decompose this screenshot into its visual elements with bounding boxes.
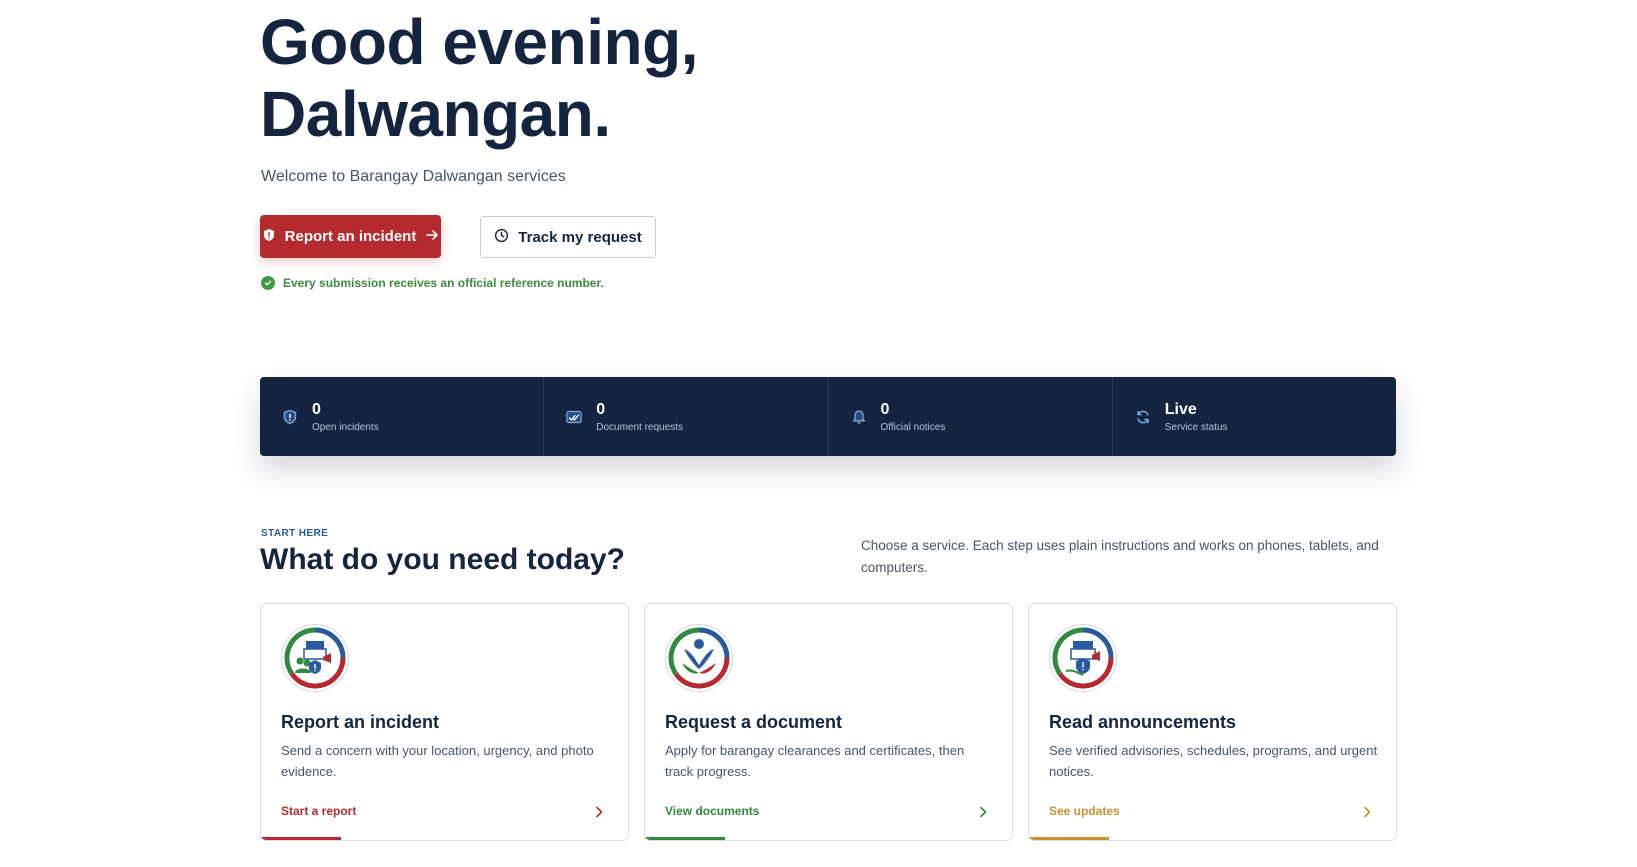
section-description: Choose a service. Each step uses plain i… <box>861 538 1379 575</box>
card-description: Apply for barangay clearances and certif… <box>665 743 965 779</box>
reference-note-text: Every submission receives an official re… <box>283 276 604 290</box>
stat-value: 0 <box>596 400 606 418</box>
checks-icon <box>566 409 583 425</box>
stat-label: Document requests <box>596 421 683 433</box>
stat-document-requests: 0 Document requests <box>544 377 829 456</box>
stat-open-incidents: 0 Open incidents <box>260 377 545 456</box>
card-title: Read announcements <box>1049 712 1237 732</box>
welcome-subtitle: Welcome to Barangay Dalwangan services <box>261 168 566 185</box>
card-accent-bar <box>1029 837 1109 840</box>
page: Good evening, Dalwangan. Welcome to Bara… <box>0 0 1637 867</box>
report-incident-button[interactable]: Report an incident <box>260 215 441 258</box>
bell-icon <box>851 409 867 425</box>
greeting-line-2: Dalwangan. <box>260 78 611 150</box>
shield-alert-icon <box>262 228 276 246</box>
announcement-emblem-icon <box>1049 624 1117 692</box>
greeting-title: Good evening, Dalwangan. <box>260 6 698 150</box>
report-incident-label: Report an incident <box>284 228 417 245</box>
incident-emblem-icon <box>281 624 349 692</box>
track-request-button[interactable]: Track my request <box>480 216 656 258</box>
track-request-label: Track my request <box>518 228 642 246</box>
service-card-report-incident[interactable]: Report an incident Send a concern with y… <box>260 603 629 841</box>
start-report-link[interactable]: Start a report <box>281 804 356 818</box>
greeting-line-1: Good evening, <box>260 6 698 78</box>
stat-label: Service status <box>1164 421 1228 433</box>
stat-label: Open incidents <box>312 421 379 433</box>
card-description: See verified advisories, schedules, prog… <box>1049 743 1378 779</box>
stat-value: 0 <box>312 400 321 418</box>
stat-service-status: Live Service status <box>1113 377 1396 456</box>
see-updates-link[interactable]: See updates <box>1049 804 1120 818</box>
check-circle-icon <box>261 276 275 290</box>
section-title: What do you need today? <box>260 543 625 576</box>
shield-icon <box>282 409 298 425</box>
card-accent-bar <box>645 837 725 840</box>
refresh-icon <box>1135 409 1151 425</box>
view-documents-link[interactable]: View documents <box>665 804 759 818</box>
arrow-right-icon <box>425 228 439 246</box>
stats-bar: 0 Open incidents 0 Document requests 0 O… <box>260 377 1396 456</box>
clock-icon <box>494 228 509 247</box>
card-title: Report an incident <box>281 712 440 732</box>
card-title: Request a document <box>665 712 843 732</box>
card-accent-bar <box>261 837 341 840</box>
stat-label: Official notices <box>880 421 946 433</box>
stat-value: Live <box>1164 400 1197 418</box>
section-eyebrow: START HERE <box>261 528 329 539</box>
document-emblem-icon <box>665 624 733 692</box>
chevron-right-icon[interactable] <box>1360 805 1374 819</box>
chevron-right-icon[interactable] <box>976 805 990 819</box>
card-description: Send a concern with your location, urgen… <box>281 743 594 779</box>
chevron-right-icon[interactable] <box>592 805 606 819</box>
reference-note: Every submission receives an official re… <box>261 276 604 290</box>
stat-official-notices: 0 Official notices <box>829 377 1113 456</box>
stat-value: 0 <box>880 400 890 418</box>
service-card-read-announcements[interactable]: Read announcements See verified advisori… <box>1028 603 1397 841</box>
service-card-request-document[interactable]: Request a document Apply for barangay cl… <box>644 603 1013 841</box>
